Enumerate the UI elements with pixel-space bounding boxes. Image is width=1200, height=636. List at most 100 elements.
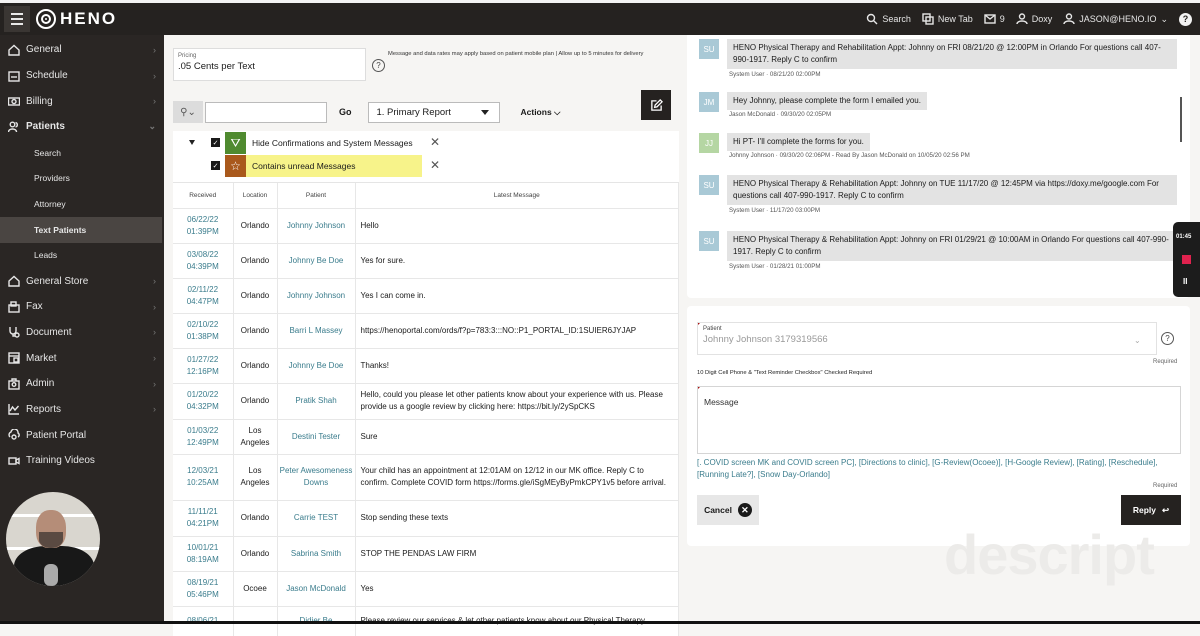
received-date[interactable]: 08/19/21 bbox=[173, 577, 233, 589]
chat-scrollbar[interactable] bbox=[1180, 97, 1182, 142]
column-received[interactable]: Received bbox=[173, 183, 234, 208]
help-circle-icon[interactable]: ? bbox=[1161, 332, 1174, 345]
patient-select[interactable]: Patient Johnny Johnson 3179319566 bbox=[697, 322, 1157, 355]
patient-link[interactable]: Peter Awesomeness Downs bbox=[277, 453, 356, 500]
sidebar-item-search[interactable]: Search bbox=[0, 140, 164, 166]
received-date[interactable]: 12/03/21 bbox=[173, 465, 233, 477]
collapse-filters-icon[interactable] bbox=[189, 140, 195, 145]
received-time[interactable]: 04:21PM bbox=[173, 518, 233, 530]
received-date[interactable]: 01/20/22 bbox=[173, 389, 233, 401]
received-time[interactable]: 04:39PM bbox=[173, 261, 233, 273]
stop-recording-button[interactable] bbox=[1182, 255, 1191, 264]
patient-link[interactable]: Johnny Johnson bbox=[277, 277, 356, 313]
received-date[interactable]: 01/27/22 bbox=[173, 354, 233, 366]
table-row[interactable]: 02/11/22 04:47PM Orlando Johnny Johnson Yes … bbox=[173, 277, 679, 313]
doxy-link[interactable]: Doxy bbox=[1016, 13, 1052, 25]
help-icon[interactable]: ? bbox=[1179, 12, 1192, 26]
table-row[interactable]: 03/08/22 04:39PM Orlando Johnny Be Doe Yes f… bbox=[173, 242, 679, 278]
table-row[interactable]: 02/10/22 01:38PM Orlando Barri L Massey http… bbox=[173, 312, 679, 348]
sidebar-item-billing[interactable]: Billing › bbox=[0, 88, 164, 114]
chevron-down-icon[interactable]: ⌄ bbox=[1134, 336, 1141, 345]
received-date[interactable]: 03/08/22 bbox=[173, 249, 233, 261]
patient-link[interactable]: Pratik Shah bbox=[277, 382, 356, 419]
filter-checkbox-hide-confirmations[interactable]: ✓ bbox=[211, 138, 220, 147]
column-location[interactable]: Location bbox=[233, 183, 278, 208]
table-row[interactable]: 01/03/22 12:49PM Los Angeles Destini Tester… bbox=[173, 418, 679, 454]
search-link[interactable]: Search bbox=[866, 13, 911, 25]
cancel-button[interactable]: Cancel ✕ bbox=[697, 495, 759, 525]
remove-filter-icon[interactable]: ✕ bbox=[430, 135, 440, 149]
user-menu[interactable]: JASON@HENO.IO ⌄ bbox=[1063, 13, 1168, 25]
patient-link[interactable]: Johnny Be Doe bbox=[277, 347, 356, 383]
sidebar-item-schedule[interactable]: Schedule › bbox=[0, 63, 164, 89]
patient-link[interactable]: Johnny Be Doe bbox=[277, 242, 356, 278]
message-textarea[interactable]: Message bbox=[697, 386, 1181, 454]
filter-hide-confirmations[interactable]: ⛛ Hide Confirmations and System Messages bbox=[225, 132, 421, 154]
search-column-button[interactable]: ⚲⌄ bbox=[173, 101, 203, 123]
report-select[interactable]: 1. Primary Report bbox=[367, 101, 500, 123]
column-latest-message[interactable]: Latest Message bbox=[355, 183, 679, 208]
menu-icon[interactable] bbox=[4, 6, 30, 32]
filter-unread-messages[interactable]: ☆ Contains unread Messages bbox=[225, 155, 422, 177]
new-tab-link[interactable]: New Tab bbox=[922, 13, 973, 25]
sidebar-item-patient-portal[interactable]: Patient Portal bbox=[0, 422, 164, 448]
received-date[interactable]: 02/11/22 bbox=[173, 284, 233, 296]
column-patient[interactable]: Patient bbox=[277, 183, 356, 208]
message-templates[interactable]: [. COVID screen MK and COVID screen PC],… bbox=[697, 457, 1185, 481]
received-date[interactable]: 11/11/21 bbox=[173, 506, 233, 518]
sidebar-item-general[interactable]: General › bbox=[0, 37, 164, 63]
compose-button[interactable] bbox=[641, 90, 671, 120]
patient-link[interactable]: Carrie TEST bbox=[277, 499, 356, 536]
received-time[interactable]: 12:16PM bbox=[173, 366, 233, 378]
received-time[interactable]: 01:38PM bbox=[173, 331, 233, 343]
report-search-input[interactable] bbox=[205, 101, 327, 123]
received-time[interactable]: 04:47PM bbox=[173, 296, 233, 308]
received-date[interactable]: 01/03/22 bbox=[173, 425, 233, 437]
patient-link[interactable]: Barri L Massey bbox=[277, 312, 356, 348]
received-cell: 11/11/21 04:21PM bbox=[173, 499, 234, 536]
sidebar-item-admin[interactable]: Admin › bbox=[0, 371, 164, 397]
received-time[interactable]: 12:49PM bbox=[173, 437, 233, 449]
logo[interactable]: HENO bbox=[36, 9, 117, 29]
table-row[interactable]: 11/11/21 04:21PM Orlando Carrie TEST Stop se… bbox=[173, 499, 679, 536]
remove-filter-icon[interactable]: ✕ bbox=[430, 158, 440, 172]
caret-down-icon bbox=[480, 109, 489, 115]
filter-checkbox-unread[interactable]: ✓ bbox=[211, 161, 220, 170]
go-button[interactable]: Go bbox=[339, 107, 352, 117]
patient-link[interactable]: Jason McDonald bbox=[277, 570, 356, 606]
sidebar-item-attorney[interactable]: Attorney bbox=[0, 191, 164, 217]
table-row[interactable]: 08/19/21 05:46PM Ocoee Jason McDonald Yes bbox=[173, 570, 679, 606]
received-date[interactable]: 10/01/21 bbox=[173, 542, 233, 554]
sidebar-item-fax[interactable]: Fax › bbox=[0, 294, 164, 320]
sidebar-item-patients[interactable]: Patients ⌄ bbox=[0, 114, 164, 140]
sidebar-item-text-patients[interactable]: Text Patients bbox=[0, 216, 162, 243]
received-date[interactable]: 02/10/22 bbox=[173, 319, 233, 331]
patient-link[interactable]: Johnny Johnson bbox=[277, 207, 356, 243]
sidebar-item-document[interactable]: Document › bbox=[0, 320, 164, 346]
sidebar-item-general-store[interactable]: General Store › bbox=[0, 268, 164, 294]
received-time[interactable]: 05:46PM bbox=[173, 589, 233, 601]
help-circle-icon[interactable]: ? bbox=[372, 59, 385, 72]
message-cell: https://henoportal.com/ords/f?p=783:3:::… bbox=[355, 312, 679, 348]
table-row[interactable]: 01/20/22 04:32PM Orlando Pratik Shah Hello, … bbox=[173, 382, 679, 419]
received-time[interactable]: 04:32PM bbox=[173, 401, 233, 413]
sidebar-item-providers[interactable]: Providers bbox=[0, 165, 164, 191]
sidebar-item-leads[interactable]: Leads bbox=[0, 243, 164, 269]
sidebar-item-training-videos[interactable]: Training Videos bbox=[0, 448, 164, 474]
received-time[interactable]: 01:39PM bbox=[173, 226, 233, 238]
reply-button[interactable]: Reply ↩ bbox=[1121, 495, 1181, 525]
received-date[interactable]: 06/22/22 bbox=[173, 214, 233, 226]
actions-menu[interactable]: Actions ⌵ bbox=[521, 107, 561, 118]
sidebar-item-market[interactable]: Market › bbox=[0, 345, 164, 371]
mail-link[interactable]: 9 bbox=[984, 13, 1005, 25]
pause-icon[interactable]: II bbox=[1183, 277, 1187, 286]
table-row[interactable]: 12/03/21 10:25AM Los Angeles Peter Awesomen… bbox=[173, 453, 679, 500]
sidebar-item-reports[interactable]: Reports › bbox=[0, 397, 164, 423]
received-time[interactable]: 08:19AM bbox=[173, 554, 233, 566]
received-time[interactable]: 10:25AM bbox=[173, 477, 233, 489]
table-row[interactable]: 01/27/22 12:16PM Orlando Johnny Be Doe Thank… bbox=[173, 347, 679, 383]
patient-link[interactable]: Destini Tester bbox=[277, 418, 356, 454]
table-row[interactable]: 06/22/22 01:39PM Orlando Johnny Johnson Hell… bbox=[173, 207, 679, 243]
patient-link[interactable]: Sabrina Smith bbox=[277, 535, 356, 571]
table-row[interactable]: 10/01/21 08:19AM Orlando Sabrina Smith STOP … bbox=[173, 535, 679, 571]
